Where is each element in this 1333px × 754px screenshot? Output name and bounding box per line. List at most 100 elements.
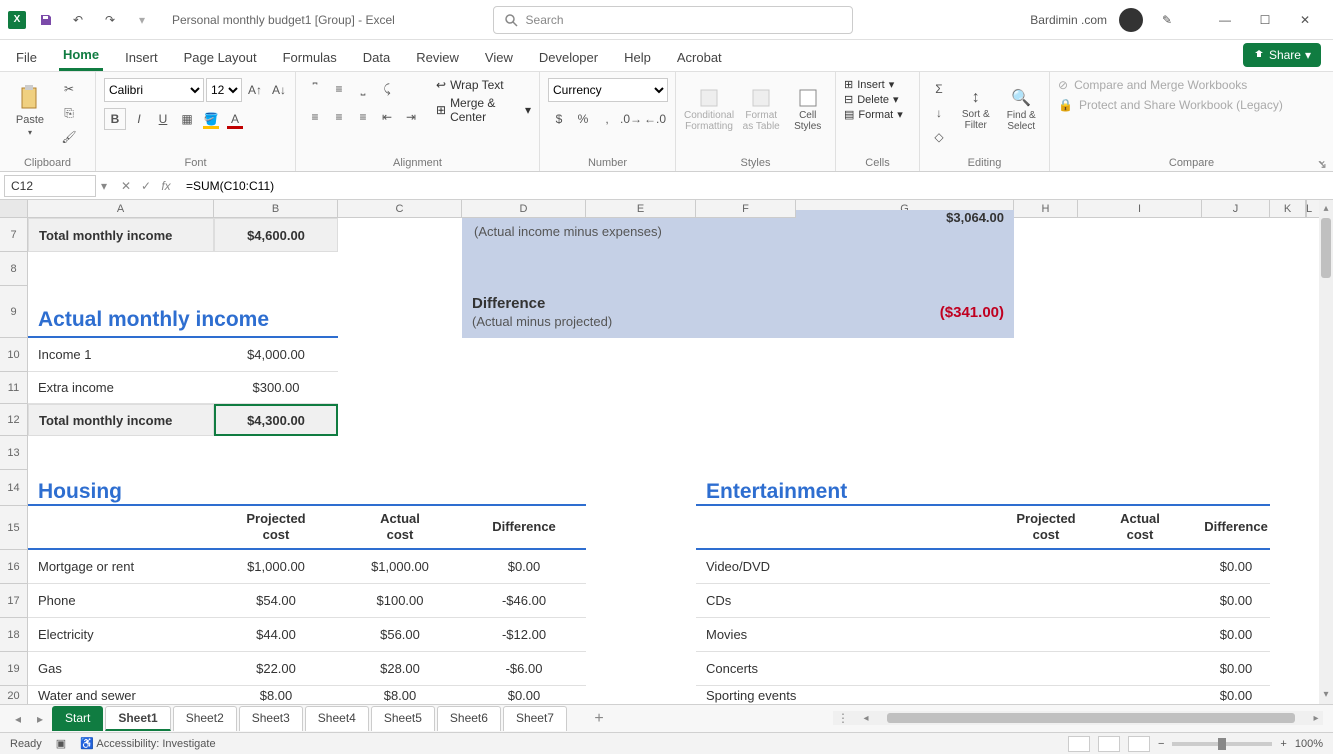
font-size-select[interactable]: 12 bbox=[206, 78, 242, 102]
sheettab-prev-icon[interactable]: ◂ bbox=[8, 712, 28, 726]
cells[interactable]: Total monthly income$4,600.00(Actual inc… bbox=[28, 218, 1319, 704]
compare-merge-button[interactable]: ⊘Compare and Merge Workbooks bbox=[1058, 78, 1247, 92]
clear-icon[interactable]: ◇ bbox=[928, 126, 950, 148]
row-header-12[interactable]: 12 bbox=[0, 404, 28, 436]
zoom-slider[interactable] bbox=[1172, 742, 1272, 746]
cell[interactable]: CDs bbox=[696, 584, 1014, 618]
cell[interactable]: Video/DVD bbox=[696, 550, 1014, 584]
cell[interactable]: Projectedcost bbox=[1014, 506, 1078, 550]
col-header-D[interactable]: D bbox=[462, 200, 586, 217]
cell[interactable]: Total monthly income bbox=[28, 404, 214, 436]
bold-button[interactable]: B bbox=[104, 108, 126, 130]
underline-button[interactable]: U bbox=[152, 108, 174, 130]
decrease-font-icon[interactable]: A↓ bbox=[268, 79, 290, 101]
row-header-9[interactable]: 9 bbox=[0, 286, 28, 338]
cell[interactable]: $300.00 bbox=[214, 372, 338, 404]
cell[interactable]: $44.00 bbox=[214, 618, 338, 652]
fill-icon[interactable]: ↓ bbox=[928, 102, 950, 124]
sheet-tab-start[interactable]: Start bbox=[52, 706, 103, 731]
cell[interactable]: Difference(Actual minus projected) bbox=[462, 286, 796, 338]
minimize-button[interactable]: — bbox=[1205, 5, 1245, 35]
vertical-scrollbar[interactable]: ▴ ▾ bbox=[1319, 200, 1333, 704]
cell[interactable]: Actual monthly income bbox=[28, 286, 338, 338]
pen-icon[interactable]: ✎ bbox=[1155, 8, 1179, 32]
avatar[interactable] bbox=[1119, 8, 1143, 32]
col-header-I[interactable]: I bbox=[1078, 200, 1202, 217]
wrap-text-button[interactable]: ↩ Wrap Text bbox=[436, 78, 531, 92]
protect-share-button[interactable]: 🔒Protect and Share Workbook (Legacy) bbox=[1058, 98, 1283, 112]
new-sheet-icon[interactable]: + bbox=[589, 710, 609, 728]
row-header-18[interactable]: 18 bbox=[0, 618, 28, 652]
cell[interactable] bbox=[1078, 584, 1202, 618]
collapse-ribbon-icon[interactable]: ⌄ bbox=[1317, 153, 1327, 167]
comma-icon[interactable]: , bbox=[596, 108, 618, 130]
zoom-in-icon[interactable]: + bbox=[1280, 738, 1286, 750]
tab-help[interactable]: Help bbox=[620, 44, 655, 71]
cell[interactable]: $8.00 bbox=[338, 686, 462, 704]
cell[interactable] bbox=[1078, 686, 1202, 704]
cell[interactable]: -$12.00 bbox=[462, 618, 586, 652]
row-header-15[interactable]: 15 bbox=[0, 506, 28, 550]
currency-icon[interactable]: $ bbox=[548, 108, 570, 130]
cell[interactable]: Actualcost bbox=[1078, 506, 1202, 550]
sheet-tab-sheet6[interactable]: Sheet6 bbox=[437, 706, 501, 731]
row-header-19[interactable]: 19 bbox=[0, 652, 28, 686]
username[interactable]: Bardimin .com bbox=[1030, 13, 1107, 27]
scroll-down-icon[interactable]: ▾ bbox=[1319, 688, 1333, 702]
cut-icon[interactable]: ✂ bbox=[58, 78, 80, 100]
macro-record-icon[interactable]: ▣ bbox=[56, 737, 66, 750]
number-format-select[interactable]: Currency bbox=[548, 78, 668, 102]
insert-button[interactable]: ⊞Insert▾ bbox=[844, 78, 894, 91]
zoom-handle[interactable] bbox=[1218, 738, 1226, 750]
tab-options-icon[interactable]: ⋮ bbox=[833, 711, 853, 725]
sheet-tab-sheet3[interactable]: Sheet3 bbox=[239, 706, 303, 731]
normal-view-icon[interactable] bbox=[1068, 736, 1090, 752]
sort-filter-button[interactable]: ↕ Sort & Filter bbox=[956, 78, 996, 142]
cell[interactable]: $54.00 bbox=[214, 584, 338, 618]
namebox-dropdown-icon[interactable]: ▾ bbox=[96, 179, 112, 193]
conditional-formatting-button[interactable]: Conditional Formatting bbox=[684, 78, 734, 142]
accessibility-status[interactable]: ♿ Accessibility: Investigate bbox=[80, 737, 215, 750]
row-header-20[interactable]: 20 bbox=[0, 686, 28, 704]
cell[interactable]: Mortgage or rent bbox=[28, 550, 214, 584]
undo-icon[interactable]: ↶ bbox=[66, 8, 90, 32]
percent-icon[interactable]: % bbox=[572, 108, 594, 130]
cell[interactable]: $4,600.00 bbox=[214, 218, 338, 252]
delete-button[interactable]: ⊟Delete▾ bbox=[844, 93, 899, 106]
align-bottom-icon[interactable]: ⎵ bbox=[352, 78, 374, 100]
sheettab-next-icon[interactable]: ▸ bbox=[30, 712, 50, 726]
cell[interactable]: Water and sewer bbox=[28, 686, 214, 704]
tab-review[interactable]: Review bbox=[412, 44, 463, 71]
cell[interactable]: $0.00 bbox=[1202, 686, 1270, 704]
cell[interactable]: Projectedcost bbox=[214, 506, 338, 550]
cell[interactable]: ($341.00) bbox=[796, 286, 1014, 338]
cell[interactable]: $0.00 bbox=[1202, 618, 1270, 652]
row-header-14[interactable]: 14 bbox=[0, 470, 28, 506]
cell[interactable]: $1,000.00 bbox=[338, 550, 462, 584]
cell[interactable]: Movies bbox=[696, 618, 1014, 652]
cell-styles-button[interactable]: Cell Styles bbox=[788, 78, 827, 142]
align-left-icon[interactable]: ≡ bbox=[304, 106, 326, 128]
share-button[interactable]: Share ▾ bbox=[1243, 43, 1321, 67]
cell[interactable]: $8.00 bbox=[214, 686, 338, 704]
cell[interactable]: $0.00 bbox=[462, 686, 586, 704]
scrollbar-thumb[interactable] bbox=[1321, 218, 1331, 278]
font-name-select[interactable]: Calibri bbox=[104, 78, 204, 102]
horizontal-scrollbar[interactable]: ⋮ ◂ ▸ bbox=[833, 711, 1323, 725]
col-header-C[interactable]: C bbox=[338, 200, 462, 217]
cell[interactable] bbox=[1014, 550, 1078, 584]
cell[interactable] bbox=[1014, 618, 1078, 652]
sheet-tab-sheet2[interactable]: Sheet2 bbox=[173, 706, 237, 731]
format-painter-icon[interactable]: 🖌 bbox=[58, 126, 80, 148]
cell[interactable]: Sporting events bbox=[696, 686, 1014, 704]
col-header-J[interactable]: J bbox=[1202, 200, 1270, 217]
name-box[interactable]: C12 bbox=[4, 175, 96, 197]
cell[interactable] bbox=[1014, 652, 1078, 686]
row-header-8[interactable]: 8 bbox=[0, 252, 28, 286]
border-button[interactable]: ▦ bbox=[176, 108, 198, 130]
row-header-11[interactable]: 11 bbox=[0, 372, 28, 404]
tab-formulas[interactable]: Formulas bbox=[279, 44, 341, 71]
cell[interactable]: Income 1 bbox=[28, 338, 214, 372]
cell[interactable]: $0.00 bbox=[1202, 550, 1270, 584]
tab-home[interactable]: Home bbox=[59, 41, 103, 71]
